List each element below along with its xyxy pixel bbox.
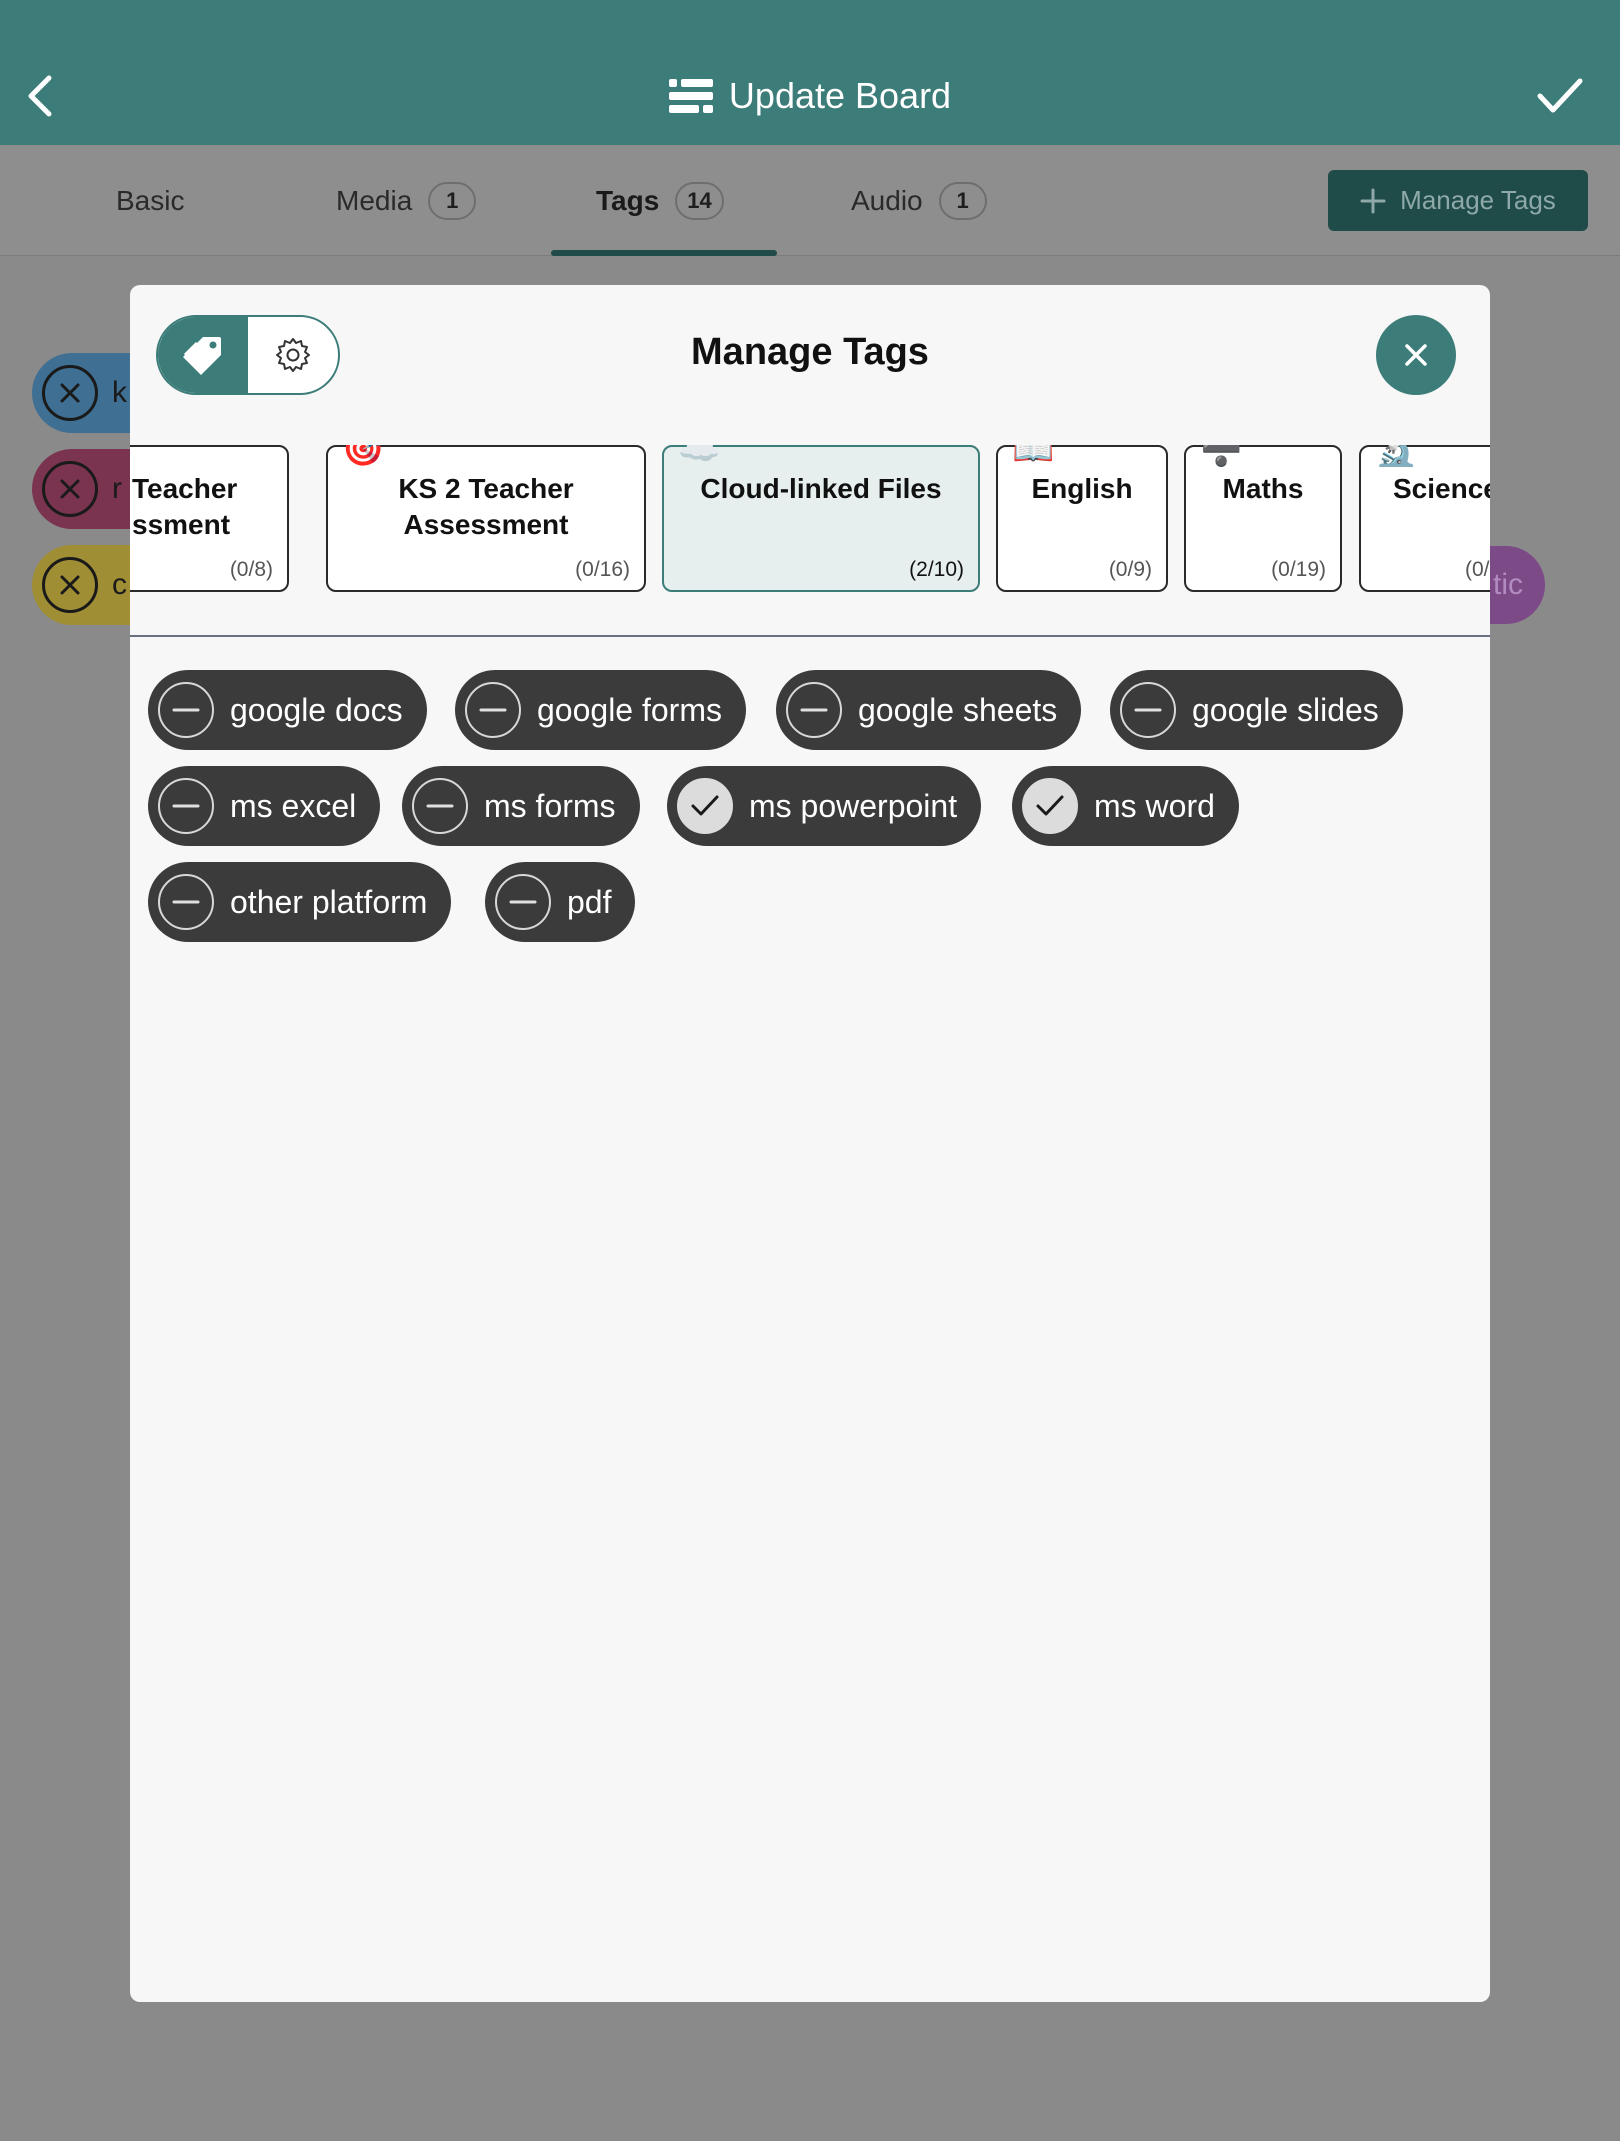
category-count: (0/9): [1108, 558, 1152, 581]
category-card[interactable]: Teacher ssment (0/8): [130, 445, 289, 592]
tag-label: other platform: [230, 883, 428, 920]
background-tag-text: tic: [1493, 568, 1523, 601]
tag-chip[interactable]: google slides: [1110, 670, 1403, 750]
category-card[interactable]: 📖 English (0/9): [996, 445, 1168, 592]
minus-icon: [158, 778, 214, 834]
tab-media[interactable]: Media 1: [336, 145, 477, 256]
minus-icon: [786, 682, 842, 738]
category-name: Science: [1393, 473, 1490, 504]
minus-icon: [1120, 682, 1176, 738]
category-scroller[interactable]: Teacher ssment (0/8) 🎯 KS 2 Teacher Asse…: [130, 445, 1490, 595]
minus-icon: [158, 682, 214, 738]
tag-chip[interactable]: pdf: [485, 862, 636, 942]
cloud-icon: ☁️: [678, 445, 721, 468]
tag-label: pdf: [567, 883, 612, 920]
close-icon: [1405, 344, 1427, 366]
app-header: Update Board: [0, 0, 1620, 145]
plus-icon: [1360, 188, 1386, 213]
category-count: (0/: [1465, 558, 1490, 581]
minus-icon: [412, 778, 468, 834]
background-tag-text: k: [112, 376, 127, 409]
tag-label: ms word: [1094, 787, 1215, 824]
tag-label: google sheets: [858, 691, 1058, 728]
tab-count-badge: 1: [938, 181, 987, 220]
remove-icon: [42, 557, 98, 613]
confirm-button[interactable]: [1530, 66, 1590, 126]
checkmark-icon: [677, 778, 733, 834]
manage-tags-button[interactable]: Manage Tags: [1328, 170, 1588, 231]
tag-chip[interactable]: google sheets: [776, 670, 1082, 750]
tag-label: google slides: [1192, 691, 1379, 728]
remove-icon: [42, 461, 98, 517]
category-card[interactable]: 🎯 KS 2 Teacher Assessment (0/16): [326, 445, 646, 592]
board-icon: [668, 79, 713, 113]
category-count: (0/16): [575, 558, 630, 581]
tab-basic[interactable]: Basic: [116, 145, 184, 256]
active-tab-indicator: [551, 250, 777, 256]
page-title-text: Update Board: [728, 75, 952, 116]
category-card-active[interactable]: ☁️ Cloud-linked Files (2/10): [662, 445, 980, 592]
remove-icon: [42, 365, 98, 421]
minus-icon: [158, 874, 214, 930]
category-count: (2/10): [909, 558, 964, 581]
divider: [130, 635, 1490, 637]
category-card[interactable]: ➗ Maths (0/19): [1184, 445, 1342, 592]
category-card[interactable]: 🔬 Science (0/: [1359, 445, 1490, 592]
category-name: Teacher ssment: [132, 473, 238, 540]
close-button[interactable]: [1376, 315, 1456, 395]
minus-icon: [465, 682, 521, 738]
tag-chip[interactable]: google docs: [148, 670, 427, 750]
background-tag-text: r: [112, 472, 122, 505]
category-count: (0/8): [229, 558, 273, 581]
background-tag-text: c: [112, 568, 127, 601]
tag-label: google forms: [537, 691, 722, 728]
target-icon: 🎯: [342, 445, 385, 468]
tag-chip[interactable]: other platform: [148, 862, 452, 942]
tag-chip[interactable]: ms forms: [402, 766, 640, 846]
book-icon: 📖: [1012, 445, 1055, 468]
checkmark-icon: [1537, 78, 1583, 113]
tag-chip[interactable]: ms powerpoint: [667, 766, 982, 846]
tab-label: Audio: [851, 184, 923, 216]
tag-label: ms powerpoint: [749, 787, 958, 824]
tab-audio[interactable]: Audio 1: [851, 145, 987, 256]
manage-tags-modal: Manage Tags Teacher ssment (0/8) 🎯 KS 2 …: [130, 285, 1490, 2002]
tab-tags[interactable]: Tags 14: [596, 145, 724, 256]
tag-chip[interactable]: google forms: [455, 670, 746, 750]
tab-count-badge: 14: [675, 181, 724, 220]
microscope-icon: 🔬: [1375, 445, 1418, 468]
checkmark-icon: [1022, 778, 1078, 834]
tag-chip[interactable]: ms excel: [148, 766, 381, 846]
modal-title: Manage Tags: [691, 331, 929, 373]
category-name: Maths: [1222, 473, 1304, 504]
category-count: (0/19): [1271, 558, 1326, 581]
tag-label: ms forms: [484, 787, 616, 824]
tab-label: Basic: [116, 184, 185, 216]
divide-icon: ➗: [1200, 445, 1243, 468]
category-name: KS 2 Teacher Assessment: [398, 473, 574, 540]
minus-icon: [495, 874, 551, 930]
tag-label: ms excel: [230, 787, 357, 824]
category-name: Cloud-linked Files: [700, 473, 942, 504]
tag-label: google docs: [230, 691, 403, 728]
manage-tags-label: Manage Tags: [1400, 185, 1556, 215]
tag-chip[interactable]: ms word: [1012, 766, 1239, 846]
tab-label: Tags: [596, 184, 660, 216]
tab-count-badge: 1: [428, 181, 477, 220]
tab-label: Media: [336, 184, 413, 216]
category-name: English: [1031, 473, 1133, 504]
page-title: Update Board: [0, 68, 1620, 124]
